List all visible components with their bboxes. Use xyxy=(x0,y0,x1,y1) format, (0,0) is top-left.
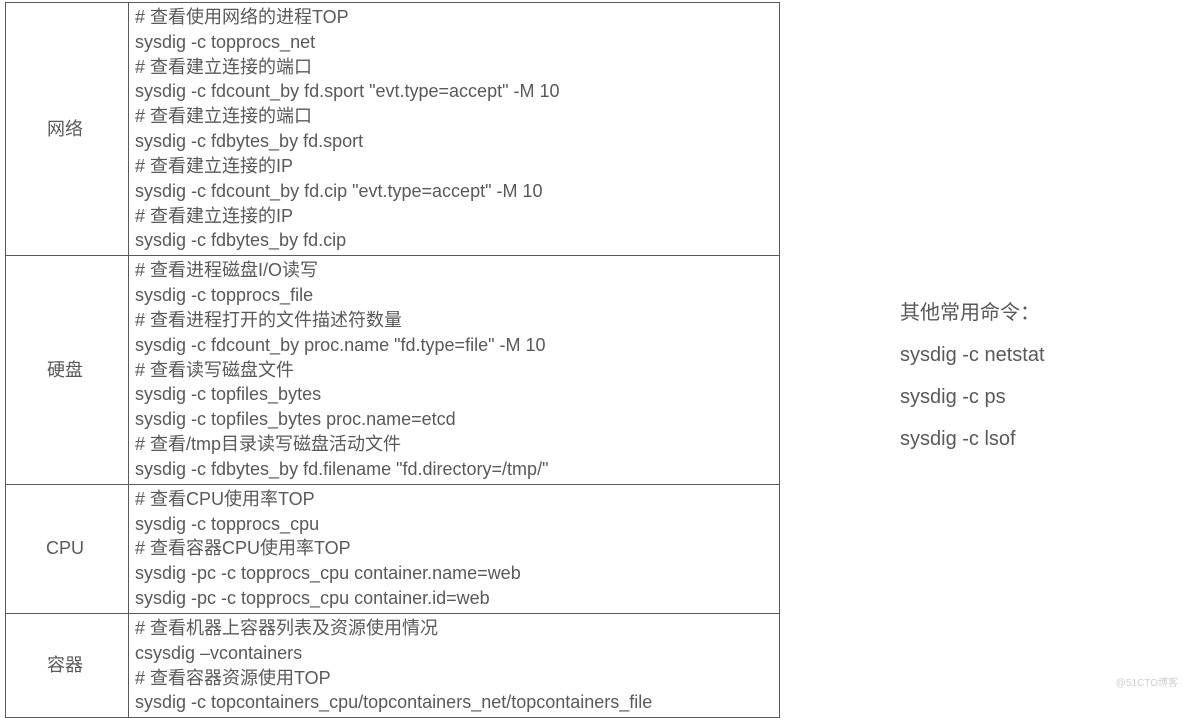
command-line: # 查看CPU使用率TOP xyxy=(135,487,769,512)
command-line: # 查看建立连接的IP xyxy=(135,204,769,229)
command-line: sysdig -c topfiles_bytes xyxy=(135,382,769,407)
table-row: CPU# 查看CPU使用率TOPsysdig -c topprocs_cpu# … xyxy=(6,484,780,613)
command-line: sysdig -pc -c topprocs_cpu container.nam… xyxy=(135,561,769,586)
table-row: 容器# 查看机器上容器列表及资源使用情况csysdig –vcontainers… xyxy=(6,613,780,717)
command-line: sysdig -c topcontainers_cpu/topcontainer… xyxy=(135,690,769,715)
command-line: # 查看建立连接的端口 xyxy=(135,55,769,80)
row-content: # 查看机器上容器列表及资源使用情况csysdig –vcontainers# … xyxy=(129,613,780,717)
command-line: # 查看建立连接的IP xyxy=(135,154,769,179)
command-line: sysdig -pc -c topprocs_cpu container.id=… xyxy=(135,586,769,611)
command-line: # 查看进程磁盘I/O读写 xyxy=(135,258,769,283)
command-line: # 查看使用网络的进程TOP xyxy=(135,5,769,30)
row-content: # 查看CPU使用率TOPsysdig -c topprocs_cpu# 查看容… xyxy=(129,484,780,613)
command-line: sysdig -c fdcount_by proc.name "fd.type=… xyxy=(135,333,769,358)
row-content: # 查看进程磁盘I/O读写sysdig -c topprocs_file# 查看… xyxy=(129,256,780,484)
watermark: @51CTO博客 xyxy=(1116,674,1178,689)
sidebar-command: sysdig -c netstat xyxy=(900,334,1045,376)
row-label: 硬盘 xyxy=(6,256,129,484)
command-line: # 查看/tmp目录读写磁盘活动文件 xyxy=(135,432,769,457)
command-line: sysdig -c fdbytes_by fd.sport xyxy=(135,129,769,154)
command-line: sysdig -c topprocs_file xyxy=(135,283,769,308)
command-line: # 查看建立连接的端口 xyxy=(135,104,769,129)
command-line: sysdig -c fdcount_by fd.cip "evt.type=ac… xyxy=(135,179,769,204)
command-line: sysdig -c fdbytes_by fd.cip xyxy=(135,228,769,253)
table-row: 硬盘# 查看进程磁盘I/O读写sysdig -c topprocs_file# … xyxy=(6,256,780,484)
command-line: # 查看容器资源使用TOP xyxy=(135,666,769,691)
command-line: # 查看容器CPU使用率TOP xyxy=(135,536,769,561)
command-line: sysdig -c topprocs_net xyxy=(135,30,769,55)
row-label: CPU xyxy=(6,484,129,613)
table-row: 网络# 查看使用网络的进程TOPsysdig -c topprocs_net# … xyxy=(6,3,780,256)
command-line: # 查看机器上容器列表及资源使用情况 xyxy=(135,616,769,641)
command-line: csysdig –vcontainers xyxy=(135,641,769,666)
sidebar-command: sysdig -c ps xyxy=(900,376,1045,418)
command-line: # 查看读写磁盘文件 xyxy=(135,358,769,383)
command-line: # 查看进程打开的文件描述符数量 xyxy=(135,308,769,333)
command-line: sysdig -c topprocs_cpu xyxy=(135,512,769,537)
row-label: 容器 xyxy=(6,613,129,717)
sidebar-command: sysdig -c lsof xyxy=(900,418,1045,460)
sidebar-title: 其他常用命令： xyxy=(900,292,1045,334)
row-content: # 查看使用网络的进程TOPsysdig -c topprocs_net# 查看… xyxy=(129,3,780,256)
sysdig-commands-table: 网络# 查看使用网络的进程TOPsysdig -c topprocs_net# … xyxy=(5,2,780,718)
other-commands-sidebar: 其他常用命令： sysdig -c netstatsysdig -c pssys… xyxy=(900,2,1045,718)
command-line: sysdig -c topfiles_bytes proc.name=etcd xyxy=(135,407,769,432)
row-label: 网络 xyxy=(6,3,129,256)
command-line: sysdig -c fdbytes_by fd.filename "fd.dir… xyxy=(135,457,769,482)
command-line: sysdig -c fdcount_by fd.sport "evt.type=… xyxy=(135,79,769,104)
